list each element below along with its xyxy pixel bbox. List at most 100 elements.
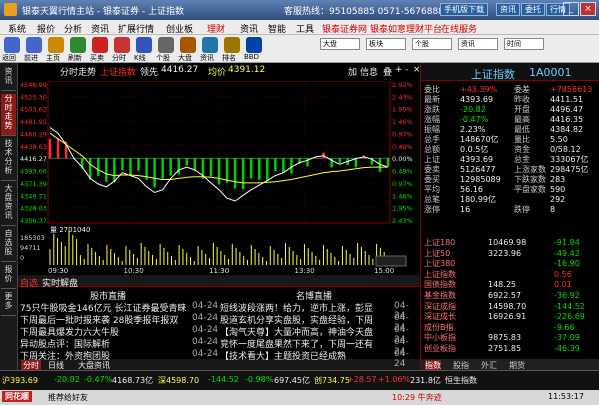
menu-item[interactable]: 创业板	[166, 22, 193, 35]
menu-item[interactable]: 理财	[207, 22, 225, 35]
side-tab[interactable]: 技术分析	[1, 139, 16, 181]
cyb-index[interactable]: 创734.75	[314, 375, 350, 386]
side-tab[interactable]: 更多	[1, 292, 16, 316]
trade-button[interactable]: 委托	[521, 3, 545, 16]
toolbar-11-icon[interactable]	[246, 37, 262, 53]
zoom-in-icon[interactable]: +	[395, 65, 403, 75]
index-row[interactable]: 上证180 10469.98 -91.84	[424, 238, 596, 248]
toolbar-select[interactable]: 时间	[504, 38, 544, 50]
index-row[interactable]: 上证380 -16.90	[424, 259, 596, 269]
toolbar-0-icon[interactable]	[4, 37, 20, 53]
tab-watchlist[interactable]: 自选	[20, 276, 38, 289]
index-cell: -49.42	[554, 248, 580, 258]
toolbar-label[interactable]: 前进	[24, 53, 38, 63]
toolbar-label[interactable]: K线	[134, 53, 146, 63]
toolbar-3-icon[interactable]	[70, 37, 86, 53]
toolbar-label[interactable]: 主页	[46, 53, 60, 63]
quote-row: 上证 4393.69 总金 333067亿	[424, 155, 596, 165]
menu-item[interactable]: 资讯	[91, 22, 109, 35]
chart-tool-add[interactable]: 加	[348, 65, 357, 78]
tab-live-comment[interactable]: 实时解盘	[42, 276, 78, 289]
index-row[interactable]: 基金指数 6922.57 -36.92	[424, 291, 596, 301]
chart-tool-info[interactable]: 信息	[360, 65, 378, 78]
index-cell: 深证成长	[424, 312, 456, 322]
index-row[interactable]: 上证指数 0.56	[424, 270, 596, 280]
sh-index[interactable]: 沪393.69	[2, 375, 38, 386]
toolbar-label[interactable]: 分时	[112, 53, 126, 63]
toolbar-select[interactable]: 个股	[412, 38, 452, 50]
toolbar-select[interactable]: 大盘	[320, 38, 360, 50]
menu-item[interactable]: 资讯	[240, 22, 258, 35]
y-tick-left: 4306.37	[20, 217, 47, 225]
timeshare-chart[interactable]: 4546.99 2.92% 4525.30 2.43% 4503.62 1.95% 4481…	[18, 81, 420, 275]
cyb-amount: 231.8亿	[410, 376, 441, 385]
close-icon[interactable]: ×	[580, 2, 596, 16]
toolbar-label[interactable]: 资讯	[200, 53, 214, 63]
menu-item[interactable]: 系统	[8, 22, 26, 35]
toolbar-label[interactable]: 刷新	[68, 53, 82, 63]
index-row[interactable]: 深证成指 14598.70 -144.52	[424, 302, 596, 312]
index-row[interactable]: 上证50 3223.96 -49.42	[424, 249, 596, 259]
toolbar-1-icon[interactable]	[26, 37, 42, 53]
toolbar-2-icon[interactable]	[48, 37, 64, 53]
marquee-time: 10:29 牛奔迹	[392, 393, 442, 402]
interval-button[interactable]	[375, 255, 407, 267]
menu-item[interactable]: 工具	[296, 22, 314, 35]
zoom-out-icon[interactable]: -	[405, 65, 408, 75]
toolbar-label[interactable]: BBD	[244, 53, 259, 61]
side-tab[interactable]: 自选股	[1, 229, 16, 262]
side-tab[interactable]: 分时走势	[1, 94, 16, 136]
side-tab[interactable]: 报价	[1, 265, 16, 289]
index-cell: 16926.91	[488, 312, 527, 322]
toolbar-label[interactable]: 排名	[222, 53, 236, 63]
quote-cell: 333067亿	[550, 155, 589, 164]
menu-item[interactable]: 分析	[64, 22, 82, 35]
toolbar-label[interactable]: 买卖	[90, 53, 104, 63]
minimize-icon[interactable]: _	[563, 2, 579, 16]
index-cell: -144.52	[554, 301, 585, 311]
blog-item[interactable]: 【技术看大】主题投资已经成熟	[220, 349, 390, 362]
menu-item[interactable]: 银泰如意理财平台	[370, 22, 442, 35]
hk-index[interactable]: 恒生指数	[445, 375, 477, 386]
index-row[interactable]: 深证成长 16926.91 -226.69	[424, 312, 596, 322]
menu-item[interactable]: 智能	[268, 22, 286, 35]
mobile-download-button[interactable]: 手机版下载	[440, 3, 488, 16]
index-row[interactable]: 成份B指 -9.66	[424, 323, 596, 333]
quote-cell: 量比	[514, 135, 530, 144]
menu-item[interactable]: 扩展行情	[118, 22, 154, 35]
index-cell: 上证380	[424, 259, 456, 269]
index-row[interactable]: 中小板指 9875.83 -37.09	[424, 333, 596, 343]
tab-timeshare[interactable]: 分时走势	[60, 65, 96, 78]
index-cell: 上证指数	[424, 269, 456, 279]
y-tick-right: 1.46%	[392, 192, 413, 200]
recommend-link[interactable]: 推荐给好友	[48, 392, 88, 403]
toolbar-label[interactable]: 返回	[2, 53, 16, 63]
menu-item[interactable]: 银泰证券网	[322, 22, 367, 35]
index-row[interactable]: 创业板指 2751.85 -46.39	[424, 344, 596, 354]
toolbar-8-icon[interactable]	[180, 37, 196, 53]
news-button[interactable]: 资讯	[496, 3, 520, 16]
toolbar-7-icon[interactable]	[158, 37, 174, 53]
toolbar-5-icon[interactable]	[114, 37, 130, 53]
index-cell: 成份B指	[424, 322, 454, 332]
news-item[interactable]: 下周关注：外资抱团股	[20, 349, 190, 362]
toolbar-label[interactable]: 大盘	[178, 53, 192, 63]
toolbar-9-icon[interactable]	[202, 37, 218, 53]
toolbar-select[interactable]: 板块	[366, 38, 406, 50]
chart-tool-overlay[interactable]: 叠	[383, 65, 392, 78]
side-tab[interactable]: 资讯	[1, 67, 16, 91]
index-row[interactable]: 国债指数 148.25 0.01	[424, 280, 596, 290]
menu-item[interactable]: 报价	[37, 22, 55, 35]
toolbar-4-icon[interactable]	[92, 37, 108, 53]
toolbar-label[interactable]: 个股	[156, 53, 170, 63]
side-tab[interactable]: 大盘资讯	[1, 184, 16, 226]
y-tick-right: 1.46%	[392, 118, 413, 126]
toolbar-6-icon[interactable]	[136, 37, 152, 53]
quote-cell: 上涨家数	[514, 165, 546, 174]
menu-item[interactable]: 在线服务	[441, 22, 477, 35]
index-cell: 6922.57	[488, 291, 522, 300]
toolbar-10-icon[interactable]	[224, 37, 240, 53]
toolbar-select[interactable]: 资讯	[458, 38, 498, 50]
sz-index[interactable]: 深4598.70	[158, 375, 199, 386]
quote-cell: +7858613	[550, 85, 593, 94]
